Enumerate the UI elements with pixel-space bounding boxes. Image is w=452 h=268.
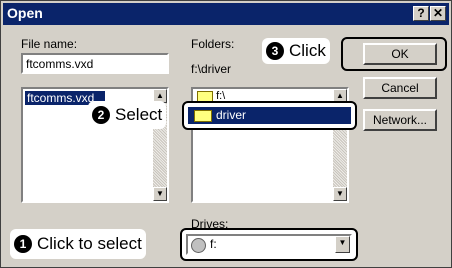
callout-step3: 3 Click xyxy=(262,38,330,64)
folder-list-scroll-down[interactable]: ▼ xyxy=(333,187,347,201)
file-list-item-label: ftcomms.vxd xyxy=(27,91,95,105)
step1-number: 1 xyxy=(14,235,32,253)
file-name-value: ftcomms.vxd xyxy=(26,57,94,71)
help-button[interactable]: ? xyxy=(413,6,429,21)
callout-step2: 2 Select xyxy=(88,101,167,129)
folder-item-driver-label: driver xyxy=(216,108,247,122)
drive-highlight-frame: f: ▼ xyxy=(180,228,358,261)
folder-item-driver[interactable]: driver xyxy=(188,107,351,124)
step3-number: 3 xyxy=(266,42,284,60)
file-list-scroll-down[interactable]: ▼ xyxy=(153,187,167,201)
ok-highlight-frame xyxy=(341,37,447,71)
folders-path: f:\driver xyxy=(191,62,232,76)
open-folder-icon xyxy=(197,90,213,102)
step1-text: Click to select xyxy=(37,234,142,253)
step3-text: Click xyxy=(289,41,326,60)
file-name-input[interactable]: ftcomms.vxd xyxy=(21,53,169,74)
dialog-title: Open xyxy=(7,5,43,21)
drives-dropdown-icon[interactable]: ▼ xyxy=(335,236,350,253)
close-button[interactable]: ✕ xyxy=(430,6,446,21)
folder-highlight-frame: driver xyxy=(182,101,357,130)
folders-label: Folders: xyxy=(191,37,235,51)
title-bar: Open ? ✕ xyxy=(3,3,449,25)
file-name-label: File name: xyxy=(21,37,78,51)
cancel-button[interactable]: Cancel xyxy=(363,77,437,99)
drives-select[interactable]: f: ▼ xyxy=(186,234,352,255)
cd-drive-icon xyxy=(191,238,206,253)
callout-step1: 1 Click to select xyxy=(10,229,146,259)
network-button[interactable]: Network... xyxy=(363,109,437,131)
step2-number: 2 xyxy=(92,106,110,124)
drives-value: f: xyxy=(210,237,217,251)
step2-text: Select xyxy=(115,105,163,124)
folder-icon xyxy=(194,110,212,122)
